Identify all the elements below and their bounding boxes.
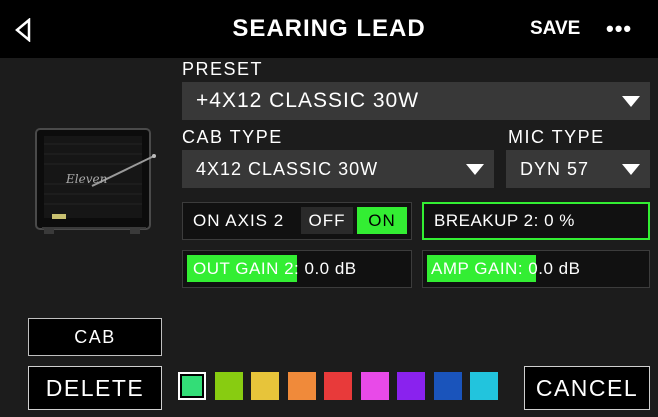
color-swatch[interactable]: [215, 372, 243, 400]
breakup-control[interactable]: BREAKUP 2: 0 %: [422, 202, 650, 240]
color-swatch[interactable]: [251, 372, 279, 400]
cab-type-dropdown[interactable]: 4X12 CLASSIC 30W: [182, 150, 494, 188]
amp-gain-control[interactable]: AMP GAIN: 0.0 dB: [422, 250, 650, 288]
out-gain-value: OUT GAIN 2: 0.0 dB: [193, 259, 357, 278]
on-axis-on-option[interactable]: ON: [357, 207, 407, 234]
cab-type-label: CAB TYPE: [182, 127, 283, 147]
color-swatch[interactable]: [288, 372, 316, 400]
color-swatch[interactable]: [324, 372, 352, 400]
amp-gain-value: AMP GAIN: 0.0 dB: [431, 259, 581, 278]
save-button[interactable]: SAVE: [530, 0, 580, 58]
color-swatch[interactable]: [361, 372, 389, 400]
color-swatch[interactable]: [470, 372, 498, 400]
out-gain-control[interactable]: OUT GAIN 2: 0.0 dB: [182, 250, 412, 288]
on-axis-label: ON AXIS 2: [193, 211, 285, 230]
chevron-down-icon: [622, 164, 640, 175]
preset-label: PRESET: [182, 59, 264, 79]
delete-button[interactable]: DELETE: [28, 366, 162, 410]
on-axis-off-option[interactable]: OFF: [301, 207, 353, 234]
color-swatch[interactable]: [397, 372, 425, 400]
cab-button[interactable]: CAB: [28, 318, 162, 356]
color-swatch[interactable]: [434, 372, 462, 400]
cabinet-brand-logo: Eleven: [66, 172, 108, 186]
chevron-down-icon: [466, 164, 484, 175]
mic-type-value: DYN 57: [520, 158, 590, 179]
chevron-down-icon: [622, 96, 640, 107]
breakup-value: BREAKUP 2: 0 %: [434, 211, 575, 230]
color-swatch[interactable]: [178, 372, 206, 400]
preset-dropdown[interactable]: +4X12 CLASSIC 30W: [182, 82, 650, 120]
more-options-icon[interactable]: •••: [606, 0, 632, 58]
cancel-button[interactable]: CANCEL: [524, 366, 650, 410]
cab-type-value: 4X12 CLASSIC 30W: [196, 158, 379, 179]
mic-type-label: MIC TYPE: [508, 127, 605, 147]
mic-type-dropdown[interactable]: DYN 57: [506, 150, 650, 188]
preset-value: +4X12 CLASSIC 30W: [196, 89, 420, 112]
on-axis-toggle-group: ON AXIS 2 OFF ON: [182, 202, 412, 240]
